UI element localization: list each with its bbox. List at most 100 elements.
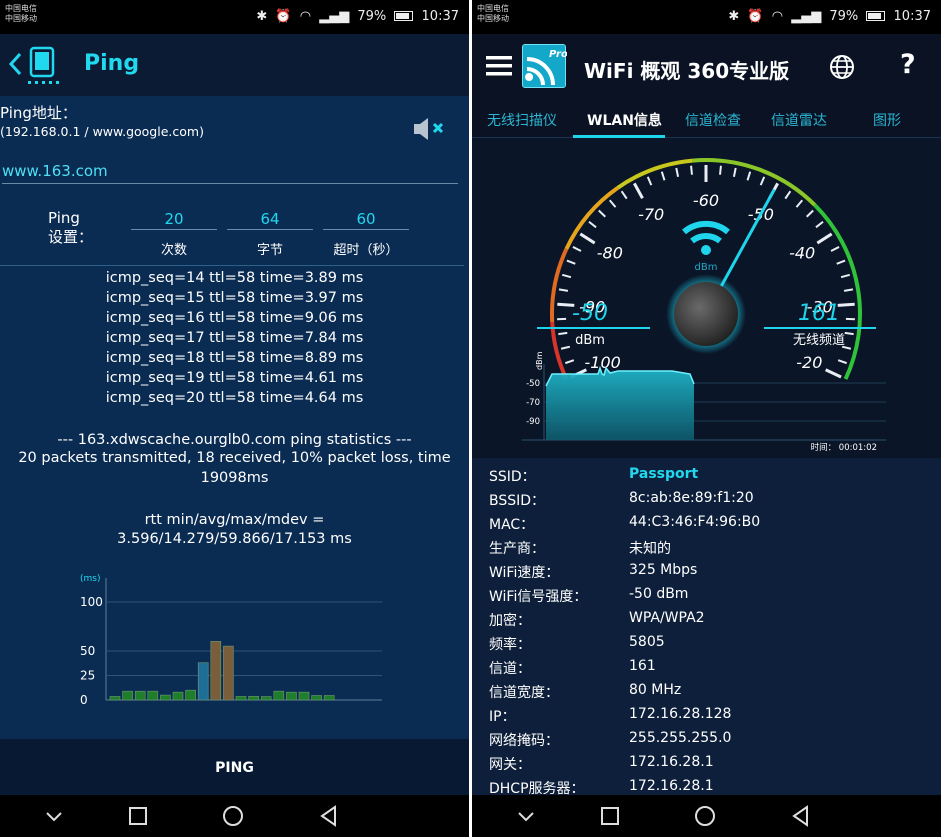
ping-body: Ping地址： (192.168.0.1 / www.google.com) P… — [0, 96, 469, 739]
nav-down-icon[interactable] — [41, 803, 67, 829]
gauge-tick — [806, 209, 814, 218]
nav-back-icon[interactable] — [316, 803, 342, 829]
info-row: 信道宽度： 80 MHz — [472, 678, 941, 702]
center-unit: dBm — [695, 262, 718, 273]
gauge-tick — [746, 171, 752, 181]
info-row: WiFi信号强度： -50 dBm — [472, 582, 941, 606]
globe-icon[interactable] — [829, 54, 855, 80]
tab-channel-radar[interactable]: 信道雷达 — [771, 110, 827, 130]
stats-packets-line1: 20 packets transmitted, 18 received, 10%… — [18, 450, 451, 466]
gauge-tick — [633, 182, 644, 199]
ping-screen: 中国电信 中国移动 ✱ ⏰ ◠ ▂▄▆ 79% 10:37 Ping Ping地… — [0, 0, 469, 837]
gauge-tick — [558, 288, 569, 292]
gauge-tick — [598, 209, 606, 218]
gauge-tick — [732, 167, 737, 178]
signal-unit: dBm — [575, 333, 605, 348]
gauge-tick-label: -60 — [693, 191, 719, 210]
log-line: icmp_seq=14 ttl=58 time=3.89 ms — [105, 270, 364, 286]
info-key: MAC： — [489, 517, 535, 533]
y-tick-label: 100 — [80, 595, 103, 609]
phone-device-icon — [28, 46, 59, 84]
gauge-tick — [816, 232, 833, 245]
y-tick-label: 25 — [80, 669, 95, 683]
info-key: 网络掩码： — [489, 733, 559, 749]
ping-button[interactable]: PING — [0, 739, 469, 796]
stats-header: --- 163.xdwscache.ourglb0.com ping stati… — [57, 432, 412, 448]
gauge-tick — [836, 259, 846, 265]
tab-channel-check[interactable]: 信道检查 — [685, 110, 741, 130]
info-row: BSSID： 8c:ab:8e:89:f1:20 — [472, 486, 941, 510]
ping-time-chart: (ms) 0 25 50 100 — [80, 574, 382, 707]
url-input[interactable] — [2, 158, 458, 184]
gauge-tick — [646, 176, 653, 186]
page-title: Ping — [84, 51, 140, 76]
carrier-labels: 中国电信 中国移动 — [5, 4, 37, 24]
chart-bar — [122, 690, 133, 701]
gauge-tick — [795, 199, 804, 208]
log-line: icmp_seq=20 ttl=58 time=4.64 ms — [105, 390, 364, 406]
gauge-tick — [561, 273, 572, 279]
info-value: 172.16.28.1 — [629, 754, 714, 770]
nav-home-icon[interactable] — [692, 803, 718, 829]
nav-recents-icon[interactable] — [597, 803, 623, 829]
gauge-tick-label: -20 — [796, 353, 822, 372]
info-key: 加密： — [489, 613, 531, 629]
chart-bar — [160, 694, 171, 701]
nav-back-icon[interactable] — [788, 803, 814, 829]
info-key: SSID： — [489, 469, 536, 485]
bytes-caption: 字节 — [256, 243, 283, 258]
tab-wlan-info[interactable]: WLAN信息 — [587, 110, 662, 130]
info-key: 频率： — [489, 637, 531, 653]
count-field[interactable]: 20 次数 — [131, 208, 217, 258]
history-tick: -70 — [526, 398, 540, 408]
status-bar: 中国电信 中国移动 ✱ ⏰ ◠ ▂▄▆ 79% 10:37 — [0, 0, 469, 34]
carrier-2: 中国移动 — [477, 14, 509, 23]
nav-home-icon[interactable] — [220, 803, 246, 829]
hamburger-menu-icon[interactable] — [486, 56, 512, 76]
y-tick-label: 50 — [80, 644, 95, 658]
help-icon[interactable]: ? — [900, 49, 916, 80]
bytes-field[interactable]: 64 字节 — [227, 208, 313, 258]
gauge-tick — [620, 190, 628, 200]
log-line: icmp_seq=19 ttl=58 time=4.61 ms — [105, 370, 364, 386]
mute-icon[interactable] — [412, 116, 448, 142]
chart-bar — [134, 690, 146, 701]
nav-down-icon[interactable] — [513, 803, 539, 829]
wlan-info-list: SSID： Passport BSSID： 8c:ab:8e:89:f1:20 MAC：… — [472, 458, 941, 797]
app-logo: Pro — [522, 44, 568, 88]
bluetooth-icon: ✱ — [256, 9, 268, 24]
log-line: icmp_seq=16 ttl=58 time=9.06 ms — [105, 310, 364, 326]
nav-recents-icon[interactable] — [125, 803, 151, 829]
back-chevron-icon[interactable] — [8, 52, 22, 76]
stats-packets-line2: 19098ms — [200, 470, 269, 486]
timeout-field[interactable]: 60 超时（秒） — [323, 208, 409, 258]
system-nav-bar — [0, 795, 469, 837]
info-row: SSID： Passport — [472, 462, 941, 486]
gauge-tick — [572, 246, 582, 252]
gauge-tick — [784, 190, 792, 200]
info-row: 生产商： 未知的 — [472, 534, 941, 558]
chart-bar — [260, 696, 272, 701]
ping-log: icmp_seq=14 ttl=58 time=3.89 ms icmp_seq… — [0, 268, 469, 408]
wifi-status-icon: ◠ — [771, 9, 784, 24]
tab-scanner[interactable]: 无线扫描仪 — [487, 110, 557, 130]
info-key: 信道宽度： — [489, 685, 559, 701]
app-header: Pro WiFi 概观 360专业版 ? — [472, 34, 941, 98]
signal-readout: -50 — [572, 301, 608, 326]
info-row: 频率： 5805 — [472, 630, 941, 654]
info-key: BSSID： — [489, 493, 546, 509]
carrier-2: 中国移动 — [5, 14, 37, 23]
signal-icon: ▂▄▆ — [791, 9, 822, 24]
chart-bar — [210, 641, 222, 701]
rtt-values: 3.596/14.279/59.866/17.153 ms — [117, 531, 352, 547]
clock: 10:37 — [893, 9, 931, 24]
info-value: -50 dBm — [629, 586, 689, 602]
log-line: icmp_seq=15 ttl=58 time=3.97 ms — [105, 290, 364, 306]
gauge-tick — [588, 220, 597, 229]
chart-bar — [298, 691, 310, 701]
tab-graph[interactable]: 图形 — [873, 110, 901, 130]
gauge-arc — [550, 321, 569, 380]
gauge-tick-label: -100 — [585, 353, 621, 372]
info-value: 161 — [629, 658, 656, 674]
timeout-caption: 超时（秒） — [333, 243, 399, 258]
